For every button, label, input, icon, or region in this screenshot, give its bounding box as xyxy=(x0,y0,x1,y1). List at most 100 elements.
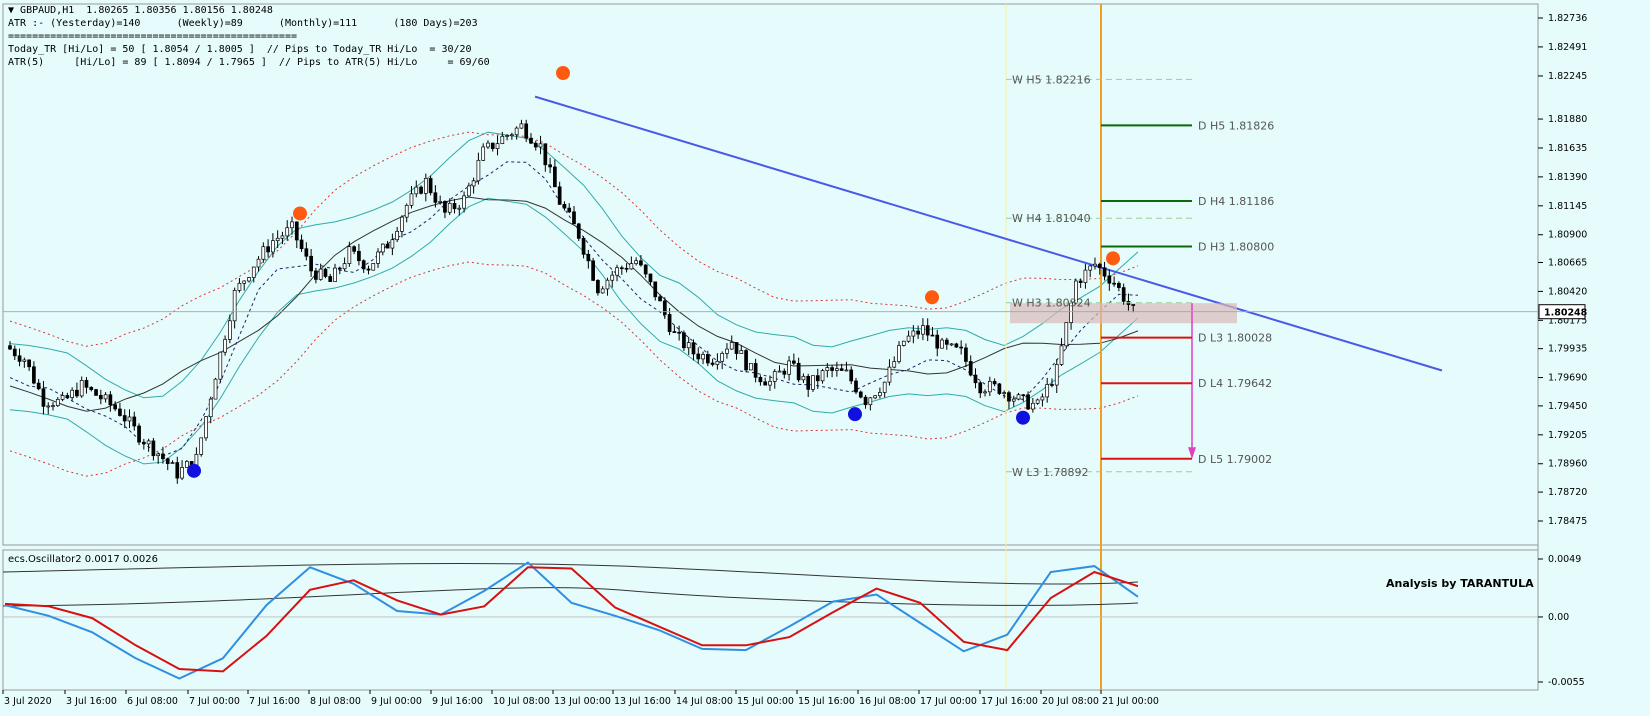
candle-body xyxy=(337,267,342,270)
candle-body xyxy=(395,231,400,241)
x-tick-label: 21 Jul 00:00 xyxy=(1102,696,1159,707)
x-tick-label: 8 Jul 08:00 xyxy=(310,696,361,707)
candle-body xyxy=(557,186,562,205)
candle-body xyxy=(318,268,323,280)
candle-body xyxy=(65,395,70,398)
candle-body xyxy=(567,207,572,213)
candle-body xyxy=(954,343,959,348)
candle-body xyxy=(538,143,543,148)
candle-body xyxy=(863,396,868,406)
candle-body xyxy=(165,458,170,464)
candle-body xyxy=(1007,392,1011,402)
candle-body xyxy=(825,367,830,371)
candle-body xyxy=(347,246,352,264)
candle-body xyxy=(619,267,624,270)
y-tick-label: 1.81635 xyxy=(1548,143,1587,154)
candle-body xyxy=(328,276,333,282)
candle-body xyxy=(261,246,266,260)
candle-body xyxy=(658,296,662,302)
candle-body xyxy=(892,361,897,368)
candle-body xyxy=(1040,396,1045,401)
candle-body xyxy=(921,325,925,335)
osc-y-tick-label: 0.0049 xyxy=(1548,554,1581,565)
oscillator-title: ecs.Oscillator2 0.0017 0.0026 xyxy=(8,554,158,565)
candle-body xyxy=(1083,269,1088,283)
candle-body xyxy=(314,270,318,280)
candle-body xyxy=(294,221,299,241)
candle-body xyxy=(1107,275,1112,284)
candle-body xyxy=(505,135,509,137)
candle-body xyxy=(591,260,595,281)
candle-body xyxy=(662,300,667,315)
candle-body xyxy=(634,260,638,264)
candle-body xyxy=(361,260,366,270)
candle-body xyxy=(964,347,968,362)
main-pane[interactable] xyxy=(2,3,1539,546)
candle-body xyxy=(811,375,815,390)
y-tick-label: 1.79690 xyxy=(1548,373,1587,384)
candle-body xyxy=(643,264,648,275)
orange-dot-marker xyxy=(556,66,570,81)
candle-body xyxy=(629,263,634,270)
candle-body xyxy=(204,416,208,439)
candle-body xyxy=(1131,304,1136,306)
orange-dot-marker xyxy=(925,290,939,305)
candle-body xyxy=(839,368,844,371)
candle-body xyxy=(137,425,141,443)
candle-body xyxy=(127,416,132,422)
candle-body xyxy=(462,195,466,209)
y-tick-label: 1.78475 xyxy=(1548,516,1587,527)
y-tick-label: 1.78720 xyxy=(1548,487,1587,498)
candle-body xyxy=(481,146,486,161)
y-tick-label: 1.80665 xyxy=(1548,257,1587,268)
candle-body xyxy=(452,203,457,210)
candle-body xyxy=(180,467,184,479)
candle-body xyxy=(223,339,227,353)
candle-body xyxy=(242,280,247,284)
candle-body xyxy=(548,164,552,168)
candle-body xyxy=(992,380,997,385)
candle-body xyxy=(390,239,395,249)
candle-body xyxy=(944,339,949,345)
orange-dot-marker xyxy=(293,206,307,221)
candle-body xyxy=(371,263,376,271)
candle-body xyxy=(720,353,725,362)
x-tick-label: 7 Jul 00:00 xyxy=(189,696,240,707)
candle-body xyxy=(98,395,103,400)
level-label: D L4 1.79642 xyxy=(1198,377,1272,390)
candle-body xyxy=(122,415,127,422)
candle-body xyxy=(438,201,443,203)
level-label: W H5 1.82216 xyxy=(1012,73,1091,86)
candle-body xyxy=(352,246,356,252)
price-chart[interactable]: ecs.Oscillator2 0.0017 0.0026 0.0049 0.00 -… xyxy=(0,0,1650,716)
candle-body xyxy=(36,382,41,390)
candle-body xyxy=(978,382,983,394)
candle-body xyxy=(897,345,901,362)
candle-body xyxy=(529,137,533,144)
candle-body xyxy=(1045,384,1050,398)
candle-body xyxy=(916,330,920,335)
x-tick-label: 15 Jul 16:00 xyxy=(798,696,855,707)
candle-body xyxy=(753,363,758,378)
y-tick-label: 1.79205 xyxy=(1548,430,1587,441)
candle-body xyxy=(734,342,739,354)
candle-body xyxy=(983,391,987,394)
candle-body xyxy=(103,394,108,400)
candle-body xyxy=(940,339,944,349)
y-tick-label: 1.79450 xyxy=(1548,401,1587,412)
candle-body xyxy=(1093,263,1097,267)
oscillator-pane[interactable] xyxy=(2,549,1539,691)
candle-body xyxy=(256,258,261,268)
candle-body xyxy=(667,314,672,332)
x-tick-label: 20 Jul 08:00 xyxy=(1042,696,1099,707)
x-tick-label: 9 Jul 16:00 xyxy=(432,696,483,707)
candle-body xyxy=(858,391,863,398)
candle-body xyxy=(672,331,677,333)
blue-dot-marker xyxy=(187,463,201,478)
candle-body xyxy=(175,462,180,479)
candle-body xyxy=(132,416,137,427)
candle-body xyxy=(237,282,242,291)
collapse-triangle-icon[interactable]: ▼ xyxy=(8,5,20,16)
y-tick-label: 1.78960 xyxy=(1548,459,1587,470)
candle-body xyxy=(844,369,849,372)
